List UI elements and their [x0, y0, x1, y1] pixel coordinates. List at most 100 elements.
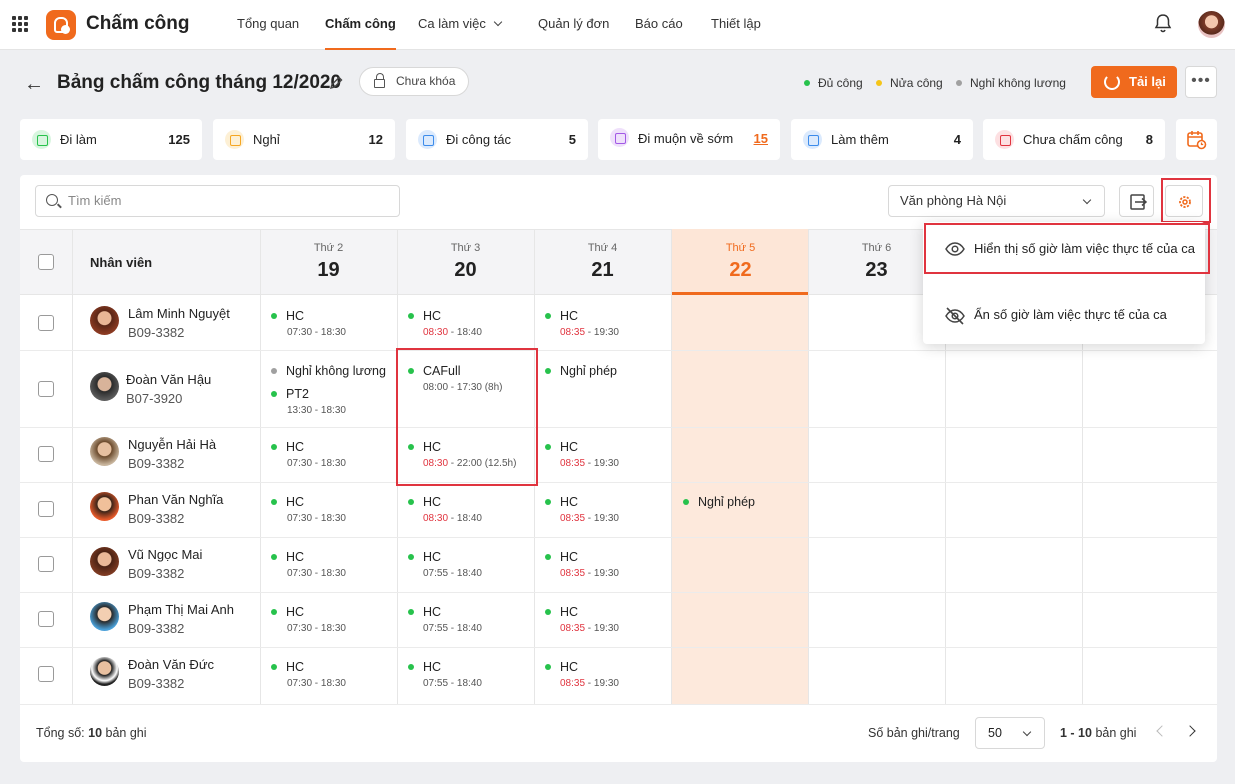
shift-time: 08:35 - 19:30	[560, 623, 619, 634]
shift-label[interactable]: HC	[408, 495, 441, 509]
employee-name[interactable]: Lâm Minh Nguyệt	[128, 306, 230, 321]
employee-name[interactable]: Vũ Ngọc Mai	[128, 547, 202, 562]
row-checkbox[interactable]	[38, 315, 54, 331]
employee-name[interactable]: Nguyễn Hải Hà	[128, 437, 216, 452]
shift-label[interactable]: HC	[545, 495, 578, 509]
more-options-button[interactable]: •••	[1185, 66, 1217, 98]
summary-label: Đi công tác	[446, 132, 512, 147]
calendar-settings-button[interactable]	[1176, 119, 1217, 160]
summary-card-di-lam[interactable]: Đi làm 125	[20, 119, 202, 160]
show-actual-hours-label: Hiển thị số giờ làm việc thực tế của ca	[974, 241, 1195, 256]
range-suffix: bản ghi	[1091, 726, 1137, 740]
shift-label[interactable]: HC	[408, 309, 441, 323]
time-sep: -	[585, 678, 594, 689]
day-header[interactable]: Thứ 4 21	[534, 229, 671, 295]
day-header[interactable]: Thứ 3 20	[397, 229, 534, 295]
shift-label[interactable]: Nghỉ phép	[545, 364, 617, 378]
time-in-late: 08:35	[560, 513, 586, 524]
employee-name[interactable]: Đoàn Văn Đức	[128, 657, 214, 672]
summary-card-di-cong-tac[interactable]: Đi công tác 5	[406, 119, 588, 160]
time-out: 22:00 (12.5h)	[456, 458, 517, 469]
shift-time: 07:30 - 18:30	[287, 568, 346, 579]
row-checkbox[interactable]	[38, 611, 54, 627]
summary-card-di-muon-ve-som[interactable]: Đi muộn về sớm 15	[598, 119, 780, 160]
hide-actual-hours-option[interactable]: Ẩn số giờ làm việc thực tế của ca	[923, 288, 1205, 342]
row-checkbox[interactable]	[38, 381, 54, 397]
shift-label[interactable]: HC	[545, 309, 578, 323]
select-all-checkbox[interactable]	[38, 254, 54, 270]
back-arrow-icon[interactable]: ←	[24, 73, 44, 96]
shift-time: 08:35 - 19:30	[560, 568, 619, 579]
nav-ca-lam-viec[interactable]: Ca làm việc	[418, 0, 503, 50]
shift-label[interactable]: HC	[408, 440, 441, 454]
shift-label[interactable]: HC	[271, 660, 304, 674]
day-header-today[interactable]: Thứ 5 22	[672, 229, 809, 295]
time-sep: -	[448, 568, 457, 579]
app-grid-icon[interactable]	[12, 16, 28, 32]
row-checkbox[interactable]	[38, 501, 54, 517]
shift-label[interactable]: HC	[271, 495, 304, 509]
search-input[interactable]: Tìm kiếm	[35, 185, 400, 217]
shift-label[interactable]: HC	[545, 550, 578, 564]
app-title: Chấm công	[86, 13, 190, 34]
row-checkbox[interactable]	[38, 666, 54, 682]
shift-label[interactable]: HC	[271, 440, 304, 454]
shift-time: 07:55 - 18:40	[423, 678, 482, 689]
shift-label[interactable]: HC	[271, 550, 304, 564]
shift-label[interactable]: HC	[408, 550, 441, 564]
summary-card-nghi[interactable]: Nghỉ 12	[213, 119, 395, 160]
shift-label[interactable]: CAFull	[408, 364, 461, 378]
shift-time: 08:35 - 19:30	[560, 678, 619, 689]
shift-label[interactable]: Nghỉ phép	[683, 495, 755, 509]
eye-icon	[945, 242, 965, 256]
nav-thiet-lap[interactable]: Thiết lập	[711, 0, 761, 50]
row-checkbox[interactable]	[38, 446, 54, 462]
shift-label[interactable]: PT2	[271, 387, 309, 401]
summary-value[interactable]: 15	[754, 131, 768, 146]
time-in: 07:30	[287, 458, 313, 469]
nav-cham-cong[interactable]: Chấm công	[325, 0, 396, 50]
export-button[interactable]	[1119, 185, 1154, 217]
shift-label[interactable]: HC	[545, 440, 578, 454]
shift-time: 07:30 - 18:30	[287, 327, 346, 338]
settings-button[interactable]	[1165, 185, 1203, 217]
summary-label: Đi làm	[60, 132, 97, 147]
lock-status-pill[interactable]: Chưa khóa	[359, 67, 469, 96]
user-avatar[interactable]	[1198, 11, 1225, 38]
day-header[interactable]: Thứ 2 19	[260, 229, 397, 295]
edit-pencil-icon[interactable]	[328, 75, 344, 91]
nav-quan-ly-don[interactable]: Quản lý đơn	[538, 0, 609, 50]
show-actual-hours-option[interactable]: Hiển thị số giờ làm việc thực tế của ca	[923, 222, 1205, 276]
shift-label[interactable]: HC	[408, 660, 441, 674]
time-out: 18:40	[456, 327, 482, 338]
nav-bao-cao[interactable]: Báo cáo	[635, 0, 683, 50]
summary-card-lam-them[interactable]: Làm thêm 4	[791, 119, 973, 160]
shift-label[interactable]: HC	[271, 605, 304, 619]
shift-label[interactable]: HC	[408, 605, 441, 619]
employee-name[interactable]: Phan Văn Nghĩa	[128, 492, 223, 507]
shift-time: 08:30 - 18:40	[423, 513, 482, 524]
bell-icon[interactable]	[1154, 13, 1172, 33]
nav-tong-quan[interactable]: Tổng quan	[237, 0, 299, 50]
shift-label[interactable]: Nghỉ không lương	[271, 364, 386, 378]
shift-label[interactable]: HC	[545, 660, 578, 674]
time-sep: -	[585, 568, 594, 579]
row-checkbox[interactable]	[38, 556, 54, 572]
employee-name[interactable]: Phạm Thị Mai Anh	[128, 602, 234, 617]
time-out: 18:40	[456, 568, 482, 579]
calendar-clock-icon	[1187, 131, 1207, 150]
per-page-select[interactable]: 50	[975, 717, 1045, 749]
office-select-value: Văn phòng Hà Nội	[900, 193, 1007, 208]
office-select[interactable]: Văn phòng Hà Nội	[888, 185, 1105, 217]
summary-card-chua-cham-cong[interactable]: Chưa chấm công 8	[983, 119, 1165, 160]
time-sep: -	[312, 458, 321, 469]
nav-ca-lam-viec-label: Ca làm việc	[418, 16, 486, 31]
time-in: 13:30	[287, 405, 313, 416]
shift-label[interactable]: HC	[271, 309, 304, 323]
employee-code: B09-3382	[128, 566, 185, 581]
shift-label[interactable]: HC	[545, 605, 578, 619]
employee-name[interactable]: Đoàn Văn Hậu	[126, 372, 211, 387]
reload-button[interactable]: Tải lại	[1091, 66, 1177, 98]
time-sep: -	[312, 568, 321, 579]
avatar	[90, 602, 119, 631]
